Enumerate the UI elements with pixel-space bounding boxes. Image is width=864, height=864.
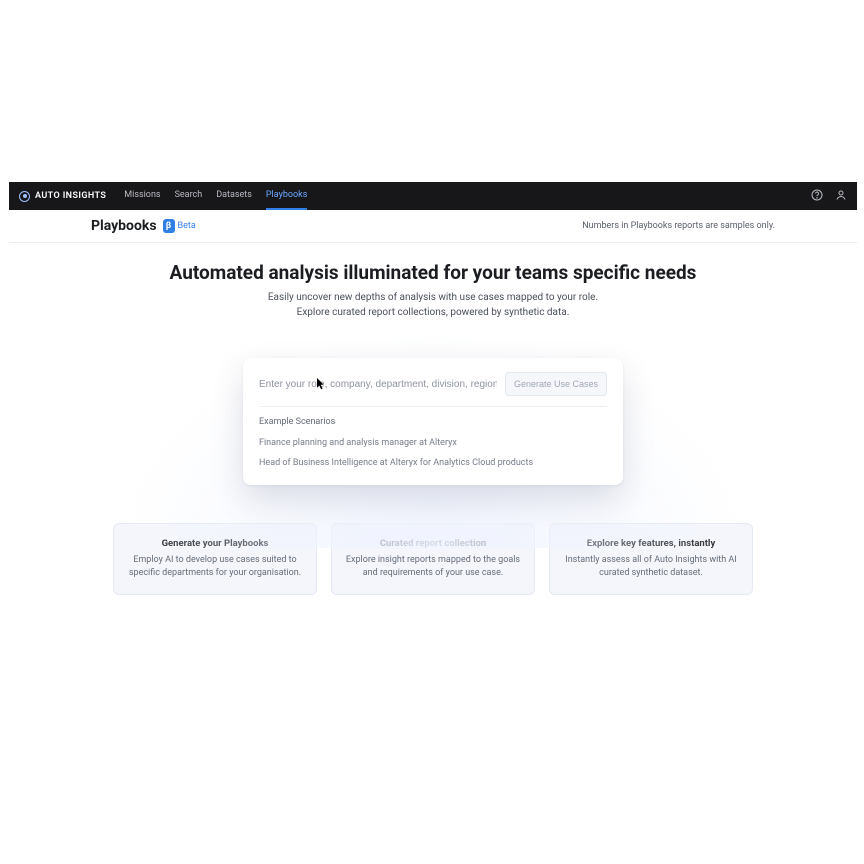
header-note: Numbers in Playbooks reports are samples… [582,221,775,231]
nav-item-datasets[interactable]: Datasets [216,182,252,210]
brand: AUTO INSIGHTS [19,191,106,202]
help-icon[interactable] [811,189,823,204]
examples-label: Example Scenarios [259,417,607,427]
brand-label: AUTO INSIGHTS [35,191,106,201]
feature-card-desc: Employ AI to develop use cases suited to… [126,554,304,580]
feature-card-title: Generate your Playbooks [126,538,304,549]
beta-badge: β Beta [163,219,196,233]
main-nav: Missions Search Datasets Playbooks [124,182,307,210]
nav-item-playbooks[interactable]: Playbooks [266,182,307,210]
generate-use-cases-button[interactable]: Generate Use Cases [505,372,607,396]
hero-section: Automated analysis illuminated for your … [9,243,857,330]
feature-card-desc: Instantly assess all of Auto Insights wi… [562,554,740,580]
feature-card-generate: Generate your Playbooks Employ AI to dev… [113,523,317,595]
hero-subtitle-line1: Easily uncover new depths of analysis wi… [9,290,857,305]
page-header: Playbooks β Beta Numbers in Playbooks re… [9,210,857,243]
prompt-card: Generate Use Cases Example Scenarios Fin… [243,358,623,485]
top-nav-bar: AUTO INSIGHTS Missions Search Datasets P… [9,182,857,210]
nav-item-search[interactable]: Search [175,182,203,210]
beta-badge-icon: β [163,219,175,233]
feature-card-curated: Curated report collection Explore insigh… [331,523,535,595]
page-title: Playbooks [91,218,157,234]
feature-card-title: Explore key features, instantly [562,538,740,549]
feature-card-desc: Explore insight reports mapped to the go… [344,554,522,580]
feature-cards-row: Generate your Playbooks Employ AI to dev… [113,523,753,595]
brand-logo-icon [19,191,30,202]
feature-card-explore: Explore key features, instantly Instantl… [549,523,753,595]
example-scenario-2[interactable]: Head of Business Intelligence at Alteryx… [259,453,607,473]
user-icon[interactable] [835,189,847,204]
nav-item-missions[interactable]: Missions [124,182,160,210]
example-scenario-1[interactable]: Finance planning and analysis manager at… [259,433,607,453]
hero-subtitle-line2: Explore curated report collections, powe… [9,305,857,320]
feature-card-title: Curated report collection [344,538,522,549]
beta-badge-label: Beta [178,221,196,231]
role-input[interactable] [259,379,497,390]
hero-title: Automated analysis illuminated for your … [9,261,857,284]
